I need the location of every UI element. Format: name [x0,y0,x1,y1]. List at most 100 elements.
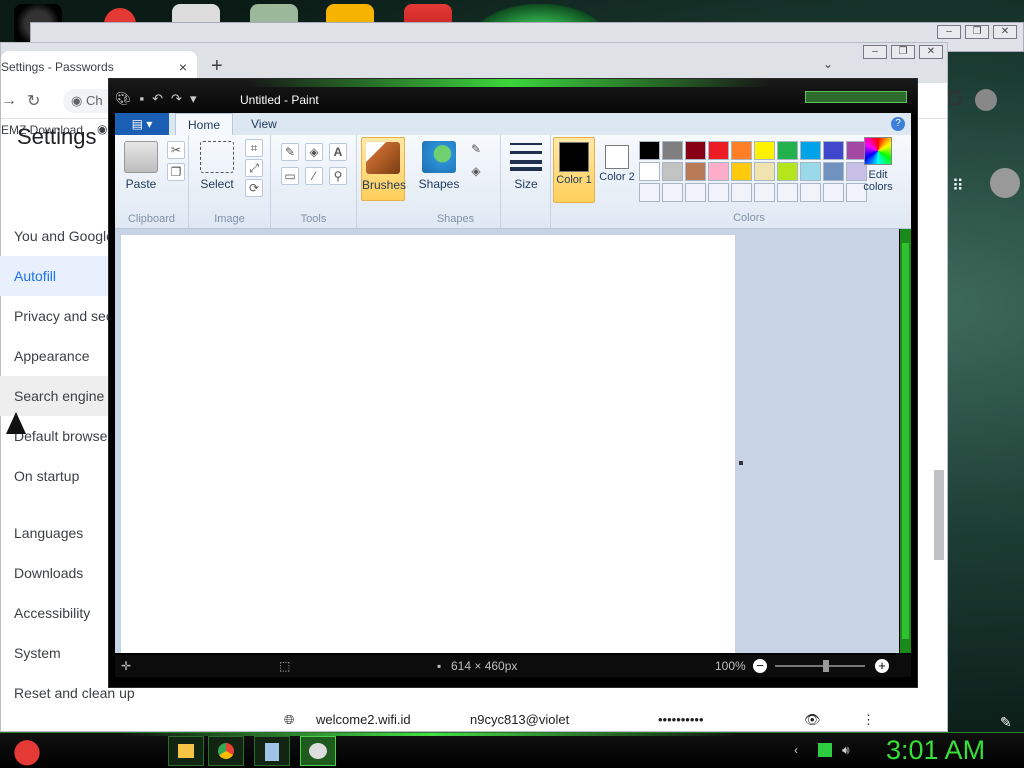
palette-swatch[interactable] [708,183,729,202]
canvas-resize-handle[interactable] [739,461,743,465]
palette-swatch[interactable] [800,183,821,202]
scrollbar-thumb[interactable] [902,243,909,639]
sidebar-item-system[interactable]: System [14,645,61,661]
apps-grid-icon[interactable]: ⠿ [952,176,964,196]
magnifier-icon[interactable]: ⚲ [329,167,347,185]
close-icon[interactable]: ✕ [919,45,943,59]
brushes-button[interactable]: Brushes [361,137,406,201]
tab-search-icon[interactable]: ⌄ [823,57,833,71]
extensions-icon[interactable] [949,91,961,105]
rotate-icon[interactable]: ⟳ [245,179,263,197]
more-actions-icon[interactable]: ⋮ [862,712,875,728]
paint-title-bar[interactable]: 🎨︎ ▪ ↶ ↷ ▾ Untitled - Paint [109,79,917,115]
palette-swatch[interactable] [777,183,798,202]
paint-app-icon[interactable]: 🎨︎ [115,91,132,107]
palette-swatch[interactable] [731,162,752,181]
palette-swatch[interactable] [639,162,660,181]
color2-button[interactable]: Color 2 [599,137,635,183]
color-picker-icon[interactable]: ⁄ [305,167,323,185]
palette-swatch[interactable] [685,141,706,160]
tab-close-icon[interactable]: × [179,59,187,75]
tab-view[interactable]: View [239,113,289,135]
pen-icon[interactable]: ✎ [1000,714,1012,731]
eraser-icon[interactable]: ▭ [281,167,299,185]
undo-icon[interactable]: ↶ [152,91,163,107]
palette-swatch[interactable] [777,141,798,160]
fill-icon[interactable]: ◈ [305,143,323,161]
taskbar-notepad[interactable] [254,736,290,766]
palette-swatch[interactable] [823,183,844,202]
maximize-icon[interactable]: ❐ [965,25,989,39]
fill-shape-icon[interactable]: ◈ [467,163,485,181]
palette-swatch[interactable] [639,141,660,160]
cut-icon[interactable]: ✂ [167,141,185,159]
copy-icon[interactable]: ❐ [167,163,185,181]
customize-qat-icon[interactable]: ▾ [190,91,197,107]
save-icon[interactable]: ▪ [140,91,145,107]
palette-swatch[interactable] [662,162,683,181]
palette-swatch[interactable] [731,141,752,160]
color1-button[interactable]: Color 1 [553,137,595,203]
show-password-icon[interactable]: 👁︎ [804,712,821,728]
palette-swatch[interactable] [662,183,683,202]
network-icon[interactable] [818,743,832,757]
sidebar-item-you-and-google[interactable]: You and Google [14,228,114,244]
palette-swatch[interactable] [754,162,775,181]
sidebar-item-autofill[interactable]: Autofill [14,268,56,284]
taskbar-chrome[interactable] [208,736,244,766]
file-menu-button[interactable]: ▤ ▾ [115,113,169,135]
sidebar-item-search-engine[interactable]: Search engine [14,388,104,404]
taskbar-paint[interactable] [300,736,336,766]
new-tab-button[interactable]: + [211,55,223,78]
palette-swatch[interactable] [823,141,844,160]
forward-icon[interactable]: → [1,92,17,110]
close-icon[interactable]: ✕ [993,25,1017,39]
profile-avatar[interactable] [975,89,997,111]
tray-chevron-icon[interactable]: ‹ [794,743,808,757]
palette-swatch[interactable] [823,162,844,181]
palette-swatch[interactable] [639,183,660,202]
palette-swatch[interactable] [754,183,775,202]
pencil-icon[interactable]: ✎ [281,143,299,161]
bookmark-icon[interactable]: ◉ [97,122,107,136]
size-button[interactable]: Size [507,143,545,191]
sidebar-item-downloads[interactable]: Downloads [14,565,83,581]
sidebar-item-on-startup[interactable]: On startup [14,468,79,484]
zoom-slider[interactable] [775,665,865,667]
volume-icon[interactable]: 🔊︎ [842,743,856,757]
password-row[interactable]: 🌐︎ welcome2.wifi.id n9cyc813@violet ••••… [222,708,934,732]
palette-swatch[interactable] [731,183,752,202]
start-button[interactable] [8,733,46,768]
sidebar-item-languages[interactable]: Languages [14,525,83,541]
palette-swatch[interactable] [800,141,821,160]
zoom-out-icon[interactable]: − [753,659,767,673]
tab-home[interactable]: Home [175,113,234,135]
text-icon[interactable]: A [329,143,347,161]
palette-swatch[interactable] [754,141,775,160]
paste-button[interactable]: Paste [121,141,161,191]
maximize-icon[interactable]: ❐ [891,45,915,59]
minimize-icon[interactable]: – [937,25,961,39]
sidebar-item-default-browser[interactable]: Default browser [14,428,112,444]
outline-icon[interactable]: ✎ [467,141,485,159]
redo-icon[interactable]: ↷ [171,91,182,107]
select-button[interactable]: Select [197,141,237,191]
shapes-button[interactable]: Shapes [417,141,461,191]
palette-swatch[interactable] [662,141,683,160]
crop-icon[interactable]: ⌗ [245,139,263,157]
zoom-in-icon[interactable]: + [875,659,889,673]
edit-colors-button[interactable]: Edit colors [859,137,897,193]
minimize-icon[interactable]: – [863,45,887,59]
palette-swatch[interactable] [685,183,706,202]
sidebar-item-accessibility[interactable]: Accessibility [14,605,90,621]
sidebar-item-appearance[interactable]: Appearance [14,348,90,364]
palette-swatch[interactable] [777,162,798,181]
palette-swatch[interactable] [685,162,706,181]
zoom-slider-thumb[interactable] [823,660,829,672]
desktop-avatar[interactable] [990,168,1020,198]
help-icon[interactable]: ? [891,117,905,131]
vertical-scrollbar[interactable] [899,229,911,653]
palette-swatch[interactable] [708,141,729,160]
resize-icon[interactable]: ⤢ [245,159,263,177]
palette-swatch[interactable] [708,162,729,181]
